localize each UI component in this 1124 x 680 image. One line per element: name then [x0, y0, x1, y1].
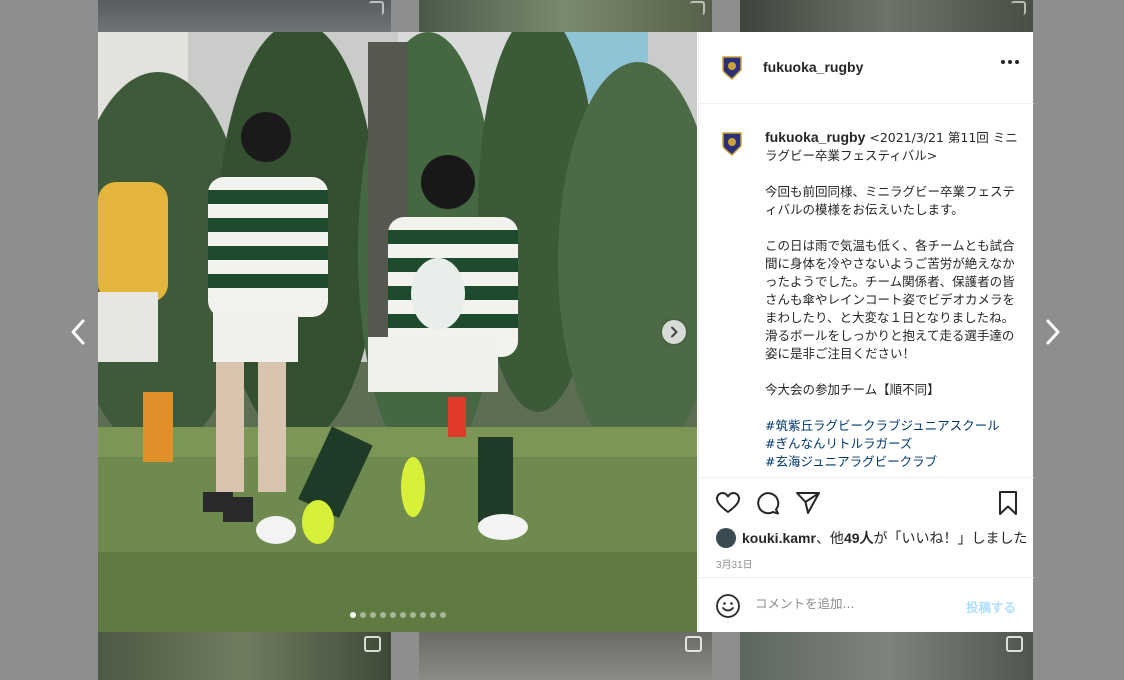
carousel-dot — [410, 612, 416, 618]
bookmark-icon[interactable] — [995, 490, 1021, 516]
multi-image-icon — [369, 1, 384, 15]
multi-image-icon — [690, 1, 705, 15]
hashtag-link[interactable]: #ぎんなんリトルラガーズ — [765, 436, 912, 451]
team-logo-icon — [722, 132, 742, 156]
carousel-dot — [370, 612, 376, 618]
likes-count[interactable]: 49人 — [844, 528, 874, 548]
avatar[interactable] — [717, 52, 747, 82]
likes-mid: 、他 — [815, 530, 844, 546]
comment-input[interactable] — [755, 596, 945, 611]
carousel-dot — [400, 612, 406, 618]
chevron-right-icon[interactable] — [1045, 318, 1061, 346]
post-header: fukuoka_rugby — [699, 32, 1034, 104]
grid-thumbnail[interactable] — [740, 632, 1033, 680]
grid-thumbnail[interactable] — [98, 632, 391, 680]
carousel-dot — [440, 612, 446, 618]
grid-thumbnail[interactable] — [419, 0, 712, 32]
post-modal: fukuoka_rugby fukuoka_rugby <2021/3/21 第… — [98, 32, 1034, 632]
post-photo[interactable] — [98, 32, 697, 632]
carousel-dot — [360, 612, 366, 618]
post-caption: fukuoka_rugby <2021/3/21 第11回 ミニラグビー卒業フェ… — [765, 128, 1021, 471]
likes-summary: kouki.kamr 、他 49人 が「いいね！」しました — [716, 528, 1028, 548]
caption-area: fukuoka_rugby <2021/3/21 第11回 ミニラグビー卒業フェ… — [699, 104, 1034, 477]
more-icon[interactable] — [1001, 60, 1019, 64]
multi-image-icon — [1006, 636, 1023, 652]
hashtag-link[interactable]: #筑紫丘ラグビークラブジュニアスクール — [765, 418, 1000, 433]
post-comment-button[interactable]: 投稿する — [966, 597, 1016, 616]
chevron-left-icon[interactable] — [70, 318, 86, 346]
likes-user[interactable]: kouki.kamr — [742, 530, 816, 546]
post-date[interactable]: 3月31日 — [716, 556, 753, 571]
caption-username[interactable]: fukuoka_rugby — [765, 129, 865, 145]
multi-image-icon — [364, 636, 381, 652]
carousel-dot — [390, 612, 396, 618]
carousel-dot — [380, 612, 386, 618]
caption-paragraph: 今回も前回同様、ミニラグビー卒業フェスティバルの模様をお伝えいたします。 — [765, 184, 1016, 217]
rugby-photo-image — [98, 32, 697, 632]
carousel-dot — [430, 612, 436, 618]
comment-icon[interactable] — [755, 490, 781, 516]
header-username[interactable]: fukuoka_rugby — [763, 59, 863, 75]
post-side-panel: fukuoka_rugby fukuoka_rugby <2021/3/21 第… — [698, 32, 1034, 632]
grid-thumbnail[interactable] — [740, 0, 1033, 32]
action-bar: kouki.kamr 、他 49人 が「いいね！」しました 3月31日 — [699, 477, 1034, 577]
grid-thumbnail[interactable] — [419, 632, 712, 680]
comment-bar: 投稿する — [699, 577, 1034, 632]
chevron-right-icon — [671, 326, 678, 338]
heart-icon[interactable] — [715, 490, 741, 516]
multi-image-icon — [685, 636, 702, 652]
likes-suffix: が「いいね！」しました — [873, 530, 1028, 546]
carousel-next-button[interactable] — [662, 320, 686, 344]
avatar[interactable] — [716, 528, 736, 548]
avatar[interactable] — [717, 128, 747, 158]
multi-image-icon — [1011, 1, 1026, 15]
team-logo-icon — [722, 56, 742, 80]
share-icon[interactable] — [795, 490, 821, 516]
carousel-dot — [420, 612, 426, 618]
emoji-icon[interactable] — [715, 593, 741, 619]
hashtag-link[interactable]: #玄海ジュニアラグビークラブ — [765, 454, 937, 469]
caption-paragraph: この日は雨で気温も低く、各チームとも試合間に身体を冷やさないようご苦労が絶えなか… — [765, 238, 1016, 361]
grid-thumbnail[interactable] — [98, 0, 391, 32]
carousel-dot — [350, 612, 356, 618]
carousel-indicator — [350, 612, 446, 618]
caption-paragraph: 今大会の参加チーム【順不同】 — [765, 382, 940, 397]
